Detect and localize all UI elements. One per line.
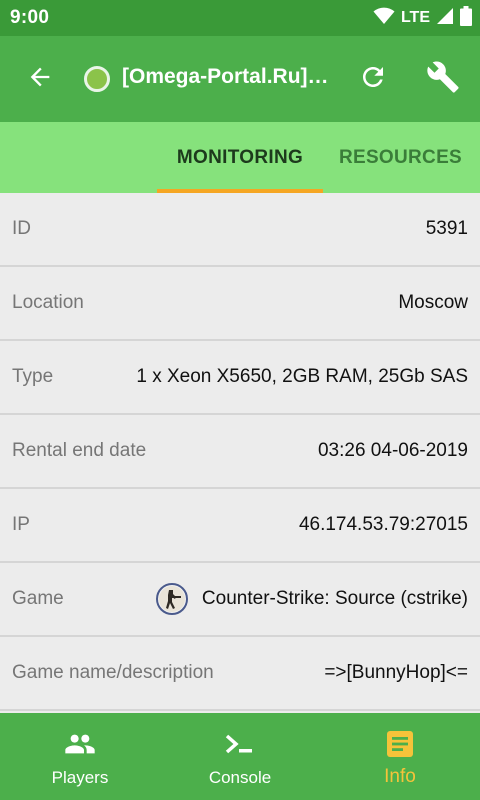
- row-label: Rental end date: [12, 440, 147, 461]
- row-value: =>[BunnyHop]<=: [324, 662, 468, 683]
- nav-info[interactable]: Info: [320, 713, 480, 800]
- nav-label: Console: [208, 768, 272, 787]
- row-label: IP: [12, 514, 30, 535]
- nav-label: Players: [51, 768, 109, 787]
- info-row-type: Type 1 x Xeon X5650, 2GB RAM, 25Gb SAS: [0, 341, 480, 415]
- nav-console[interactable]: Console: [160, 713, 320, 800]
- tab-bar: MONITORING RESOURCES: [0, 122, 480, 193]
- signal-icon: [436, 7, 454, 30]
- status-time: 9:00: [10, 7, 50, 28]
- settings-button[interactable]: [423, 59, 463, 99]
- wifi-icon: [373, 7, 395, 30]
- nav-label: Info: [384, 766, 416, 787]
- battery-icon: [460, 5, 472, 31]
- page-title: [Omega-Portal.Ru] C...: [122, 65, 334, 88]
- app-bar: [Omega-Portal.Ru] C...: [0, 36, 480, 122]
- row-value: 03:26 04-06-2019: [317, 440, 468, 461]
- row-label: Type: [12, 366, 54, 387]
- info-row-ip: IP 46.174.53.79:27015: [0, 489, 480, 563]
- status-icons: LTE: [373, 5, 472, 31]
- info-row-game-description: Game name/description =>[BunnyHop]<=: [0, 637, 480, 711]
- server-status-dot: [84, 66, 110, 92]
- info-row-rental-end-date: Rental end date 03:26 04-06-2019: [0, 415, 480, 489]
- info-row-game: Game Counter-Strike: Source (cstrike): [0, 563, 480, 637]
- wrench-icon: [426, 60, 460, 99]
- players-icon: [64, 730, 96, 758]
- row-label: Game: [12, 588, 64, 609]
- info-row-location: Location Moscow: [0, 267, 480, 341]
- counter-strike-game-icon: [155, 583, 188, 615]
- network-type: LTE: [400, 9, 430, 26]
- row-label: Game name/description: [12, 662, 214, 683]
- tab-monitoring[interactable]: MONITORING: [157, 122, 323, 193]
- row-label: Location: [12, 292, 84, 313]
- row-label: ID: [12, 218, 31, 239]
- row-value: 1 x Xeon X5650, 2GB RAM, 25Gb SAS: [136, 366, 468, 387]
- game-name: Counter-Strike: Source (cstrike): [201, 588, 468, 609]
- info-icon: [384, 730, 416, 758]
- row-value: Moscow: [398, 292, 468, 313]
- info-row-id: ID 5391: [0, 193, 480, 267]
- back-button[interactable]: [20, 59, 60, 99]
- tab-resources[interactable]: RESOURCES: [323, 122, 478, 193]
- refresh-button[interactable]: [353, 59, 393, 99]
- row-value-game: Counter-Strike: Source (cstrike): [155, 563, 468, 635]
- row-value: 5391: [425, 218, 468, 239]
- info-list[interactable]: ID 5391 Location Moscow Type 1 x Xeon X5…: [0, 193, 480, 713]
- arrow-back-icon: [26, 63, 54, 96]
- nav-players[interactable]: Players: [0, 713, 160, 800]
- console-icon: [224, 730, 256, 758]
- status-bar: 9:00 LTE: [0, 0, 480, 36]
- refresh-icon: [358, 62, 388, 97]
- bottom-nav: Players Console Info: [0, 713, 480, 800]
- row-value: 46.174.53.79:27015: [298, 514, 468, 535]
